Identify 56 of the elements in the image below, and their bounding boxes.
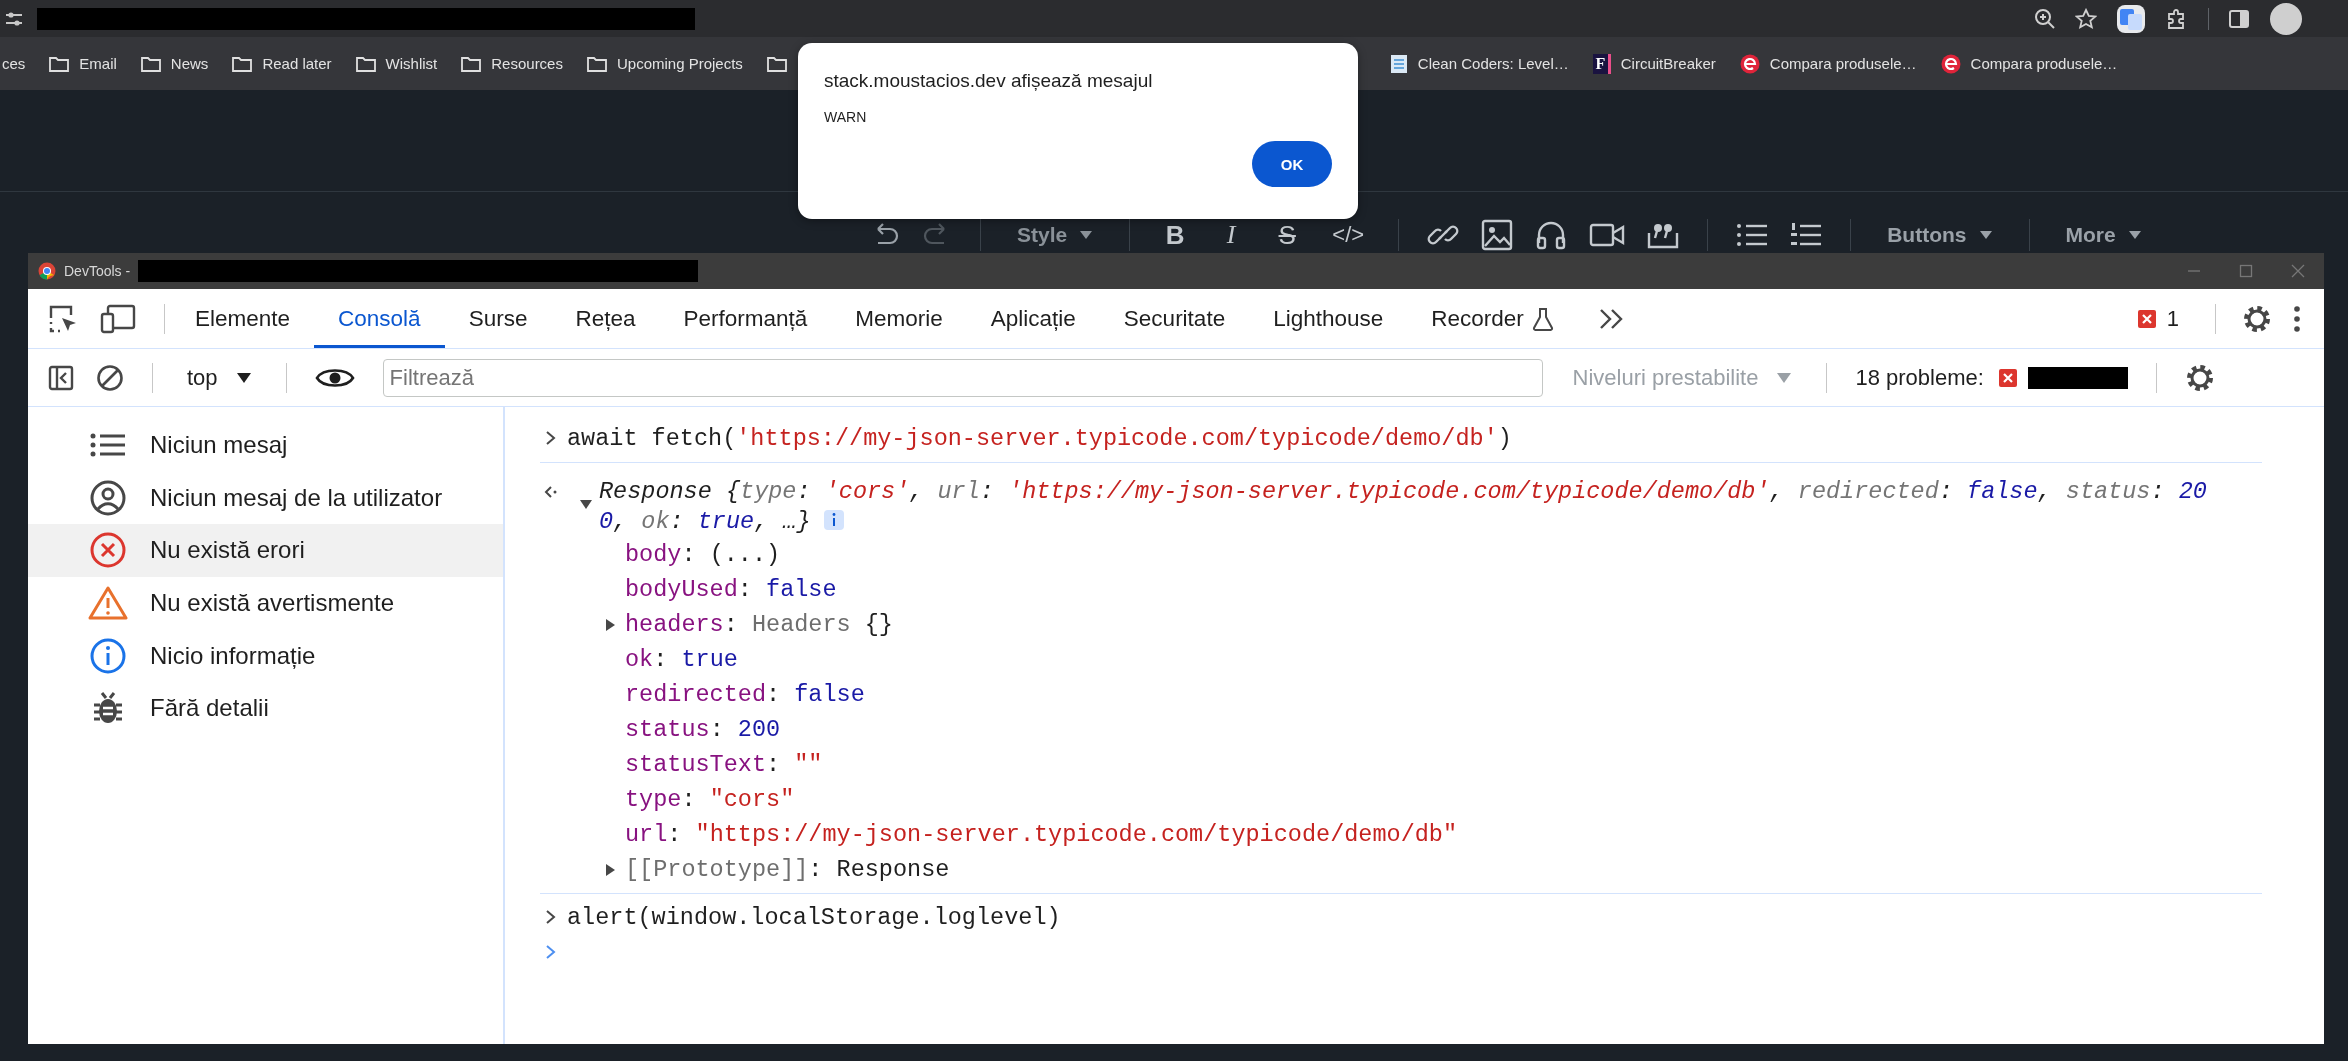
more-dropdown[interactable]: More [2057, 222, 2150, 247]
window-title: DevTools - [64, 263, 131, 279]
sidebar-item[interactable]: Niciun mesaj de la utilizator [28, 471, 503, 525]
format-button[interactable]: </> [1326, 221, 1371, 248]
format-button[interactable]: I [1214, 221, 1249, 248]
property-line: url: "https://my-json-server.typicode.com/typicode/demo/db" [625, 821, 1458, 848]
error-count-button[interactable]: 1 [2126, 305, 2189, 332]
tab[interactable]: Securitate [1099, 289, 1250, 348]
sidebar-item[interactable]: Nu există avertismente [28, 576, 503, 630]
bookmark[interactable]: Wishlist [355, 55, 438, 72]
bookmark[interactable]: F CircuitBreaker [1592, 53, 1716, 74]
ok-button[interactable]: OK [1252, 141, 1332, 187]
bookmark[interactable]: Email [49, 55, 117, 72]
bookmark[interactable]: Compara produsele… [1940, 53, 2118, 74]
property-line: statusText: "" [625, 751, 823, 778]
tab[interactable]: Aplicație [966, 289, 1100, 348]
bookmark[interactable]: Read later [232, 55, 332, 72]
property-line: status: 200 [625, 716, 781, 743]
sidebar-item[interactable]: Nu există erori [28, 524, 503, 577]
sidebar-item[interactable]: Niciun mesaj [28, 419, 503, 472]
filter-field[interactable]: Filtrează [382, 358, 1543, 397]
sidebar-item[interactable]: Fără detalii [28, 681, 503, 735]
tab[interactable]: Consolă [314, 289, 445, 348]
property-line: redirected: false [625, 681, 865, 708]
tab[interactable]: Recorder [1407, 289, 1578, 348]
sidebar-item[interactable]: Nicio informație [28, 629, 503, 682]
favicon-letter: F [1592, 53, 1611, 74]
buttons-dropdown[interactable]: Buttons [1879, 222, 2001, 247]
console-command: alert(window.localStorage.loglevel) [567, 903, 1061, 933]
tab[interactable]: Elemente [171, 289, 315, 348]
object-preview[interactable]: Response {type: 'cors', url: 'https://my-json-server.typicode.com/typicode/demo/db', redirected: false, status: 200, ok: true, …} [599, 477, 2214, 537]
tab[interactable]: Memorie [831, 289, 967, 348]
dialog-message: WARN [824, 109, 868, 125]
bookmark[interactable]: ces [2, 55, 26, 72]
format-button[interactable]: B [1158, 221, 1193, 248]
bookmark[interactable]: News [140, 55, 209, 72]
bookmark[interactable]: Compara produsele… [1739, 53, 1917, 74]
tab[interactable]: Surse [444, 289, 552, 348]
console-command: await fetch('https://my-json-server.typicode.com/typicode/demo/db') [567, 424, 1512, 454]
tab[interactable]: Lighthouse [1249, 289, 1408, 348]
property-line: ok: true [625, 646, 738, 673]
property-line: bodyUsed: false [625, 576, 837, 603]
bookmark[interactable]: Upcoming Projects [586, 55, 743, 72]
style-dropdown[interactable]: Style [1009, 222, 1102, 247]
bookmark[interactable]: Resources [461, 55, 563, 72]
issues-label[interactable]: 18 probleme: [1855, 364, 1984, 391]
property-line: [[Prototype]]: Response [625, 856, 950, 883]
tab[interactable]: Rețea [551, 289, 660, 348]
format-button[interactable]: S [1270, 221, 1305, 248]
bookmark[interactable]: Clean Coders: Level… [1389, 53, 1569, 74]
dialog-title: stack.moustacios.dev afișează mesajul [824, 70, 1154, 92]
context-dropdown[interactable]: top [181, 360, 258, 395]
property-line: headers: Headers {} [625, 611, 893, 638]
property-line: type: "cors" [625, 786, 795, 813]
property-line: body: (...) [625, 541, 781, 568]
tab[interactable]: Performanță [659, 289, 832, 348]
